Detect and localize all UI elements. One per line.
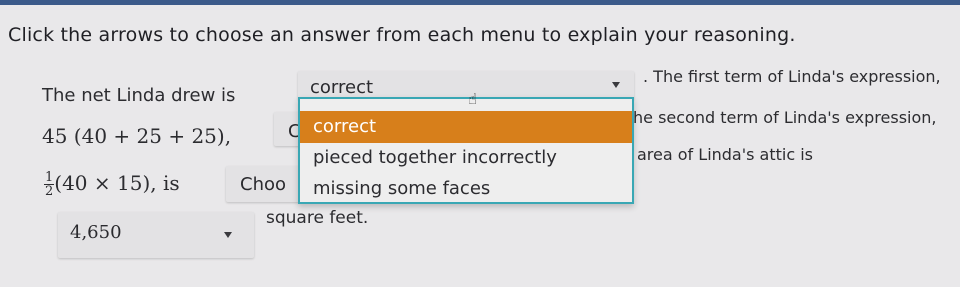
- menu-option-missing-some-faces[interactable]: missing some faces: [300, 173, 632, 205]
- chevron-down-icon[interactable]: [612, 82, 620, 88]
- line1-prefix: The net Linda drew is: [42, 85, 236, 106]
- area-dropdown-value: 4,650: [70, 222, 122, 243]
- instruction-text: Click the arrows to choose an answer fro…: [8, 24, 796, 46]
- line3-expression-text: (40 × 15), is: [54, 171, 180, 195]
- menu-option-correct[interactable]: correct: [300, 111, 632, 143]
- line2-expression: 45 (40 + 25 + 25),: [42, 124, 232, 148]
- second-term-dropdown-text: Choo: [240, 174, 287, 195]
- area-dropdown[interactable]: 4,650: [58, 212, 254, 258]
- second-term-dropdown[interactable]: Choo: [226, 166, 302, 202]
- menu-option-pieced-together-incorrectly[interactable]: pieced together incorrectly: [300, 142, 632, 174]
- fraction-denominator: 2: [45, 184, 54, 199]
- top-accent-bar: [0, 0, 960, 5]
- line2-suffix: he second term of Linda's expression,: [633, 108, 937, 127]
- line1-suffix: . The first term of Linda's expression,: [643, 67, 941, 86]
- net-dropdown-menu[interactable]: correct pieced together incorrectly miss…: [298, 97, 634, 204]
- net-dropdown[interactable]: correct: [298, 71, 634, 100]
- chevron-down-icon[interactable]: [224, 232, 232, 238]
- net-dropdown-value: correct: [310, 77, 374, 98]
- line3-suffix: area of Linda's attic is: [637, 145, 814, 164]
- line3-expression: 1 2 (40 × 15), is: [44, 171, 180, 198]
- fraction-numerator: 1: [44, 170, 55, 185]
- one-half-fraction: 1 2: [44, 170, 55, 199]
- hand-cursor-icon: ☝: [468, 90, 478, 108]
- line4-suffix: square feet.: [266, 208, 369, 228]
